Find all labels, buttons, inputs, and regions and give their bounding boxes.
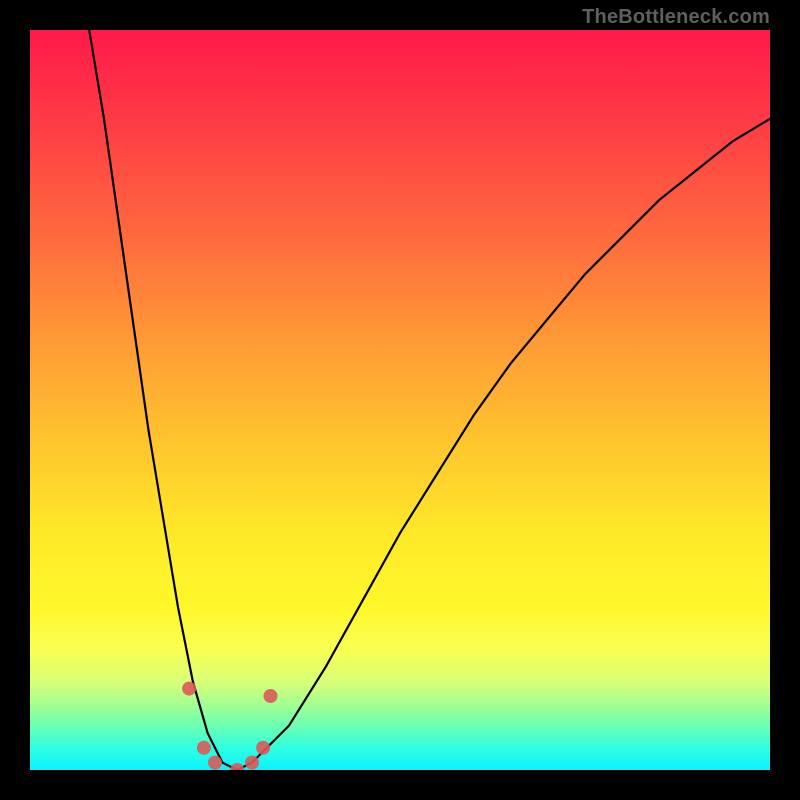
curve-marker <box>197 741 211 755</box>
chart-plot-area <box>30 30 770 770</box>
curve-marker <box>230 763 244 770</box>
bottleneck-curve-path <box>89 30 770 770</box>
curve-marker <box>264 689 278 703</box>
bottleneck-curve-svg <box>30 30 770 770</box>
curve-marker <box>256 741 270 755</box>
watermark-text: TheBottleneck.com <box>582 6 770 29</box>
curve-marker <box>208 756 222 770</box>
curve-marker <box>182 682 196 696</box>
curve-marker <box>245 756 259 770</box>
